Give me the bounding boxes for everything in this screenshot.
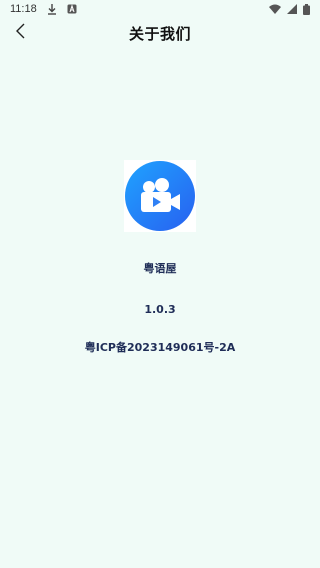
about-content: 粤语屋 1.0.3 粤ICP备2023149061号-2A — [0, 160, 320, 355]
battery-icon — [303, 3, 310, 15]
status-right — [269, 3, 310, 15]
app-logo — [124, 160, 196, 232]
video-camera-icon — [125, 161, 195, 231]
wifi-icon — [269, 4, 281, 14]
app-bar: 关于我们 — [0, 18, 320, 48]
back-button[interactable] — [10, 22, 32, 44]
signal-icon — [287, 4, 297, 14]
notification-a-icon — [67, 4, 77, 14]
page-title: 关于我们 — [128, 24, 191, 43]
app-name: 粤语屋 — [143, 262, 177, 275]
chevron-left-icon — [15, 23, 27, 43]
status-left: 11:18 — [10, 3, 77, 15]
icp-registration: 粤ICP备2023149061号-2A — [84, 341, 236, 354]
status-time: 11:18 — [10, 3, 37, 15]
download-icon — [47, 3, 57, 15]
status-bar: 11:18 — [0, 0, 320, 18]
app-version: 1.0.3 — [144, 303, 176, 316]
